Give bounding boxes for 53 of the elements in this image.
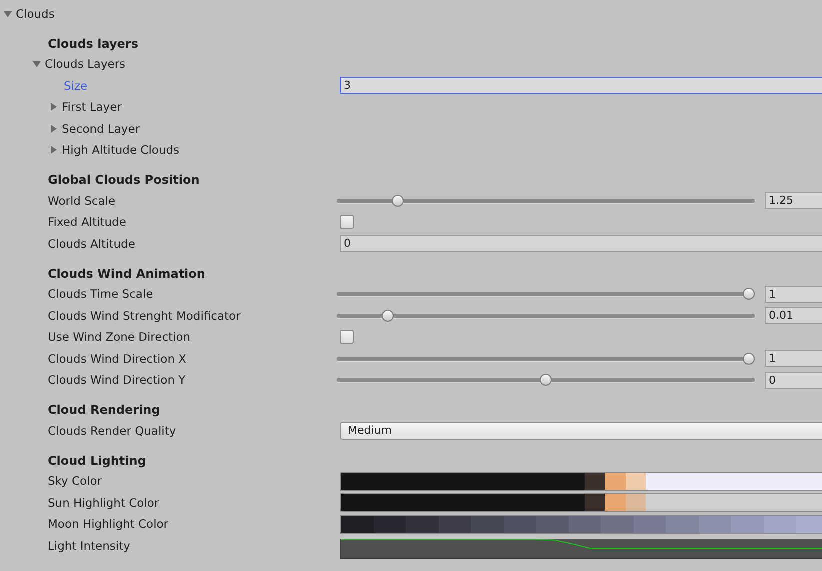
gradient-field[interactable] [340, 493, 822, 512]
input-field[interactable]: 0 [340, 235, 822, 252]
field-label: Sky Color [48, 474, 102, 488]
number-field[interactable]: 1 [765, 350, 822, 368]
field-label: Fixed Altitude [48, 215, 126, 230]
field-label: Clouds Time Scale [48, 287, 154, 302]
checkbox[interactable] [340, 330, 354, 344]
slider-thumb[interactable] [743, 352, 755, 365]
expanded-arrow-icon[interactable] [4, 10, 12, 18]
foldout-label[interactable]: First Layer [62, 100, 122, 114]
field-label: Clouds Altitude [48, 236, 136, 251]
curve-field[interactable] [340, 538, 822, 559]
input-field[interactable]: 3 [340, 77, 822, 94]
slider-track[interactable] [337, 352, 755, 365]
number-field[interactable]: 0 [765, 372, 822, 389]
foldout-label[interactable]: Clouds Layers [45, 57, 126, 72]
slider-thumb[interactable] [540, 374, 552, 386]
field-label: World Scale [48, 194, 116, 208]
field-label: Clouds Render Quality [48, 424, 176, 438]
field-label: Clouds Wind Direction Y [48, 373, 186, 388]
slider-thumb[interactable] [392, 194, 404, 207]
field-label: Size [64, 78, 88, 93]
slider-track[interactable] [337, 194, 755, 207]
field-label: Clouds Wind Direction X [48, 352, 187, 366]
collapsed-arrow-icon[interactable] [50, 124, 58, 133]
number-field[interactable]: 1 [765, 286, 822, 303]
foldout-label[interactable]: Clouds [16, 6, 55, 21]
slider-thumb[interactable] [743, 288, 755, 300]
collapsed-arrow-icon[interactable] [50, 103, 58, 112]
field-label: Clouds Wind Strenght Modificator [48, 308, 241, 323]
field-label: Moon Highlight Color [48, 517, 169, 532]
slider-thumb[interactable] [382, 310, 394, 322]
section-header: Cloud Rendering [47, 402, 162, 419]
dropdown[interactable]: Medium [340, 422, 822, 440]
foldout-label[interactable]: Second Layer [62, 122, 140, 136]
foldout-label[interactable]: High Altitude Clouds [62, 143, 180, 158]
gradient-field[interactable] [340, 514, 822, 534]
field-label: Light Intensity [48, 538, 130, 553]
checkbox[interactable] [340, 215, 354, 230]
number-field[interactable]: 1.25 [765, 192, 822, 210]
number-field[interactable]: 0.01 [765, 307, 822, 324]
collapsed-arrow-icon[interactable] [50, 146, 58, 154]
section-header: Cloud Lighting [47, 452, 148, 470]
slider-track[interactable] [337, 374, 755, 386]
section-header: Global Clouds Position [47, 172, 201, 189]
gradient-field[interactable] [340, 472, 822, 491]
slider-track[interactable] [337, 288, 755, 300]
slider-track[interactable] [337, 310, 755, 322]
section-header: Clouds Wind Animation [47, 266, 206, 282]
expanded-arrow-icon[interactable] [33, 60, 41, 68]
field-label: Use Wind Zone Direction [48, 330, 191, 344]
section-header: Clouds layers [47, 36, 140, 53]
field-label: Sun Highlight Color [48, 496, 160, 510]
